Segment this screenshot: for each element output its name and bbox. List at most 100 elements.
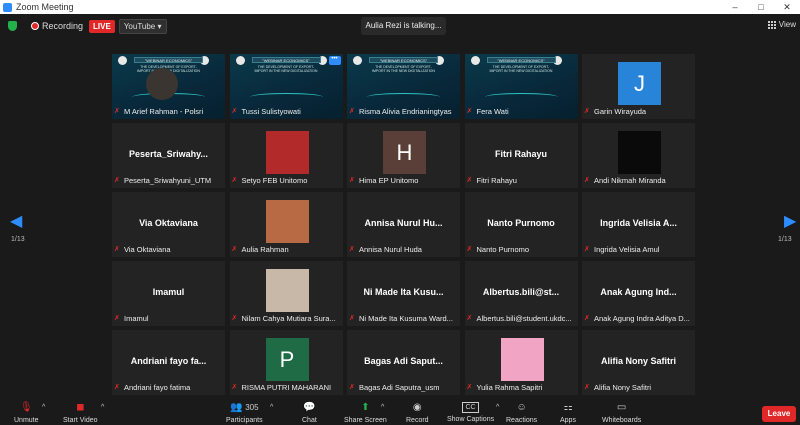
muted-mic-icon: ✗ xyxy=(231,177,238,184)
captions-chevron-icon[interactable]: ^ xyxy=(496,402,499,414)
participant-name-label: ✗ Fera Wati xyxy=(467,106,576,117)
participant-tile[interactable]: Andriani fayo fa... ✗ Andriani fayo fatima xyxy=(112,330,225,395)
participant-tile[interactable]: P ✗ RISMA PUTRI MAHARANI xyxy=(229,330,343,395)
participant-tile[interactable]: "WEBINAR ECONOMICS" THE DEVELOPMENT OF EX… xyxy=(464,54,578,119)
participant-name: Fitri Rahayu xyxy=(476,175,517,185)
participant-name: Peserta_Sriwahyuni_UTM xyxy=(124,175,212,185)
participant-tile[interactable]: "WEBINAR ECONOMICS" THE DEVELOPMENT OF EX… xyxy=(112,54,225,119)
participant-display-name: Imamul xyxy=(152,287,185,297)
share-screen-icon: ⬆ xyxy=(361,402,370,413)
chat-button[interactable]: 💬 Chat xyxy=(302,402,317,424)
share-options-chevron-icon[interactable]: ^ xyxy=(381,402,384,414)
participant-tile[interactable]: H ✗ Hima EP Unitomo xyxy=(347,123,460,188)
wave-decoration xyxy=(249,92,323,101)
participant-tile[interactable]: Ni Made Ita Kusu... ✗ Ni Made Ita Kusuma W… xyxy=(347,261,460,326)
participant-tile[interactable]: ✗ Andi Nikmah Miranda xyxy=(582,123,695,188)
participant-tile[interactable]: Fitri Rahayu ✗ Fitri Rahayu xyxy=(464,123,578,188)
participant-tile[interactable]: "WEBINAR ECONOMICS" THE DEVELOPMENT OF EX… xyxy=(347,54,460,119)
recording-label[interactable]: Recording xyxy=(42,21,83,31)
participant-tile[interactable]: Alifia Nony Safitri ✗ Alifia Nony Safitri xyxy=(582,330,695,395)
participant-name: Tussi Sulistyowati xyxy=(241,106,301,116)
participant-name-label: ✗ Peserta_Sriwahyuni_UTM xyxy=(114,175,223,186)
muted-mic-icon: ✗ xyxy=(231,315,238,322)
participant-tile[interactable]: Via Oktaviana ✗ Via Oktaviana xyxy=(112,192,225,257)
muted-mic-icon: ✗ xyxy=(114,384,120,391)
institution-logo-icon xyxy=(235,56,245,65)
participant-name-label: ✗ Albertus.bili@student.ukdc... xyxy=(467,313,576,324)
participant-tile[interactable]: ✗ Aulia Rahman xyxy=(229,192,343,257)
stream-target-dropdown[interactable]: YouTube ▾ xyxy=(118,18,167,34)
muted-mic-icon: ✗ xyxy=(584,246,590,253)
next-page-arrow-icon[interactable]: ▶ xyxy=(784,211,796,231)
leave-button[interactable]: Leave xyxy=(762,406,796,422)
participant-tile[interactable]: ✗ Nilam Cahya Mutiara Sura... xyxy=(229,261,343,326)
unmute-button[interactable]: 🎙 Unmute xyxy=(14,402,39,424)
muted-mic-icon: ✗ xyxy=(114,315,120,322)
start-video-button[interactable]: ◼ Start Video xyxy=(63,402,98,424)
muted-mic-icon: ✗ xyxy=(231,108,238,115)
institution-logo-icon xyxy=(470,56,480,65)
apps-button[interactable]: ⚏ Apps xyxy=(560,402,576,424)
participant-name: Nilam Cahya Mutiara Sura... xyxy=(241,313,336,323)
video-options-chevron-icon[interactable]: ^ xyxy=(101,402,104,414)
participant-tile[interactable]: Annisa Nurul Hu... ✗ Annisa Nurul Huda xyxy=(347,192,460,257)
show-captions-button[interactable]: CC Show Captions xyxy=(447,402,494,423)
screen-subtitle: THE DEVELOPMENT OF EXPORT-IMPORT IN THE … xyxy=(489,65,553,73)
participant-tile[interactable]: ✗ Yulia Rahma Sapitri xyxy=(464,330,578,395)
participant-tile[interactable]: Anak Agung Ind... ✗ Anak Agung Indra Adity… xyxy=(582,261,695,326)
participants-button[interactable]: 👥 305 Participants xyxy=(226,402,263,424)
participant-name-label: ✗ Nanto Purnomo xyxy=(467,244,576,255)
institution-logo-icon xyxy=(353,56,362,65)
participant-display-name: Andriani fayo fa... xyxy=(130,356,207,366)
audio-options-chevron-icon[interactable]: ^ xyxy=(42,402,45,414)
muted-mic-icon: ✗ xyxy=(584,108,590,115)
participant-name-label: ✗ Annisa Nurul Huda xyxy=(349,244,458,255)
participant-tile[interactable]: "WEBINAR ECONOMICS" THE DEVELOPMENT OF EX… xyxy=(229,54,343,119)
shield-icon[interactable] xyxy=(8,21,17,31)
participant-name: Nanto Purnomo xyxy=(476,244,530,254)
participant-tile[interactable]: Albertus.bili@st... ✗ Albertus.bili@studen… xyxy=(464,261,578,326)
avatar: H xyxy=(383,131,426,174)
record-icon: ◉ xyxy=(412,402,422,413)
participant-display-name: Annisa Nurul Hu... xyxy=(364,218,443,228)
participants-icon: 👥 xyxy=(229,402,243,413)
participant-name-label: ✗ Anak Agung Indra Aditya D... xyxy=(584,313,693,324)
participant-name-label: ✗ Andriani fayo fatima xyxy=(114,382,223,393)
captions-icon: CC xyxy=(462,402,479,413)
title-bar: Zoom Meeting – □ ✕ xyxy=(0,0,800,14)
participant-display-name: Anak Agung Ind... xyxy=(600,287,677,297)
participant-name: M Arief Rahman - Polsri xyxy=(124,106,204,116)
participant-name: Ingrida Velisia Amul xyxy=(594,244,660,254)
view-button[interactable]: View xyxy=(767,20,796,29)
participant-name-label: ✗ Hima EP Unitomo xyxy=(349,175,458,186)
maximize-button[interactable]: □ xyxy=(748,0,774,14)
participant-name: Fera Wati xyxy=(476,106,509,116)
participants-chevron-icon[interactable]: ^ xyxy=(270,402,273,414)
participant-name-label: ✗ Via Oktaviana xyxy=(114,244,223,255)
participant-display-name: Ingrida Velisia A... xyxy=(600,218,677,228)
participant-tile[interactable]: ✗ Setyo FEB Unitomo xyxy=(229,123,343,188)
screen-header: "WEBINAR ECONOMICS" xyxy=(251,57,321,63)
participant-tile[interactable]: Peserta_Sriwahy... ✗ Peserta_Sriwahyuni_UT… xyxy=(112,123,225,188)
participant-name: RISMA PUTRI MAHARANI xyxy=(241,382,332,392)
muted-mic-icon: ✗ xyxy=(349,177,355,184)
participant-tile[interactable]: J ✗ Garin Wirayuda xyxy=(582,54,695,119)
live-badge: LIVE xyxy=(89,19,115,33)
profile-photo xyxy=(265,131,309,174)
participant-tile[interactable]: Ingrida Velisia A... ✗ Ingrida Velisia Amu… xyxy=(582,192,695,257)
prev-page-arrow-icon[interactable]: ◀ xyxy=(10,211,22,231)
muted-mic-icon: 🎙 xyxy=(19,402,33,413)
participant-tile[interactable]: Bagas Adi Saput... ✗ Bagas Adi Saputra_usm xyxy=(347,330,460,395)
wave-decoration xyxy=(484,92,558,101)
record-button[interactable]: ◉ Record xyxy=(406,402,429,424)
participant-name: Bagas Adi Saputra_usm xyxy=(359,382,440,392)
participant-tile[interactable]: Nanto Purnomo ✗ Nanto Purnomo xyxy=(464,192,578,257)
more-options-icon[interactable]: ••• xyxy=(328,56,341,65)
participant-name-label: ✗ Ni Made Ita Kusuma Ward... xyxy=(349,313,458,324)
institution-logo-icon xyxy=(118,56,127,65)
minimize-button[interactable]: – xyxy=(722,0,748,14)
reactions-button[interactable]: ☺ Reactions xyxy=(506,402,537,424)
participant-tile[interactable]: Imamul ✗ Imamul xyxy=(112,261,225,326)
whiteboards-button[interactable]: ▭ Whiteboards xyxy=(602,402,641,424)
close-button[interactable]: ✕ xyxy=(774,0,800,14)
